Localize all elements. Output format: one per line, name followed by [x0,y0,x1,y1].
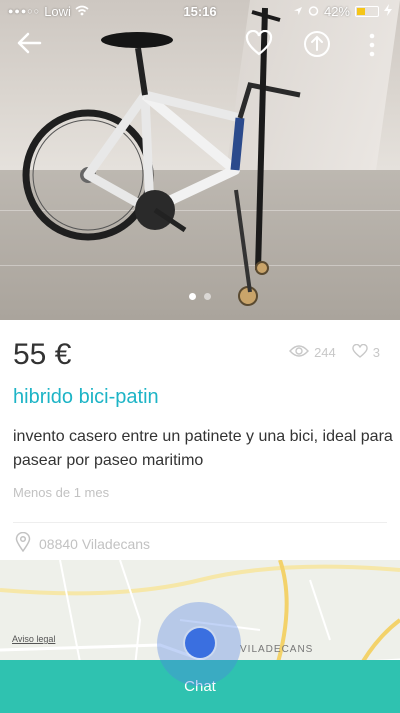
listing-photo[interactable]: ●●●○○ Lowi 15:16 42% [0,0,400,320]
favorites-stat: 3 [352,343,380,361]
pagination-dot[interactable] [204,293,211,300]
views-stat: 244 [289,345,336,360]
share-icon[interactable] [303,30,331,63]
divider [13,522,387,523]
legal-notice-link[interactable]: Aviso legal [12,634,55,644]
listing-price: 55 € [13,338,72,371]
wifi-icon [75,4,89,19]
status-bar: ●●●○○ Lowi 15:16 42% [0,0,400,22]
views-count: 244 [314,345,336,360]
back-arrow-icon[interactable] [16,30,42,61]
carrier-name: Lowi [44,3,71,19]
location-text: 08840 Viladecans [39,535,151,552]
signal-icon: ●●●○○ [8,6,41,16]
heart-icon[interactable] [245,29,273,61]
pagination-dot[interactable] [189,293,196,300]
map-place-label: VILADECANS [240,644,314,655]
alarm-icon [308,4,319,19]
listing-description: invento casero entre un patinete y una b… [13,428,393,469]
favorites-count: 3 [372,345,380,360]
more-options-icon[interactable] [368,32,376,63]
battery-level [357,7,365,15]
bicycle-photo [22,7,301,306]
listing-title: hibrido bici-patin [13,386,159,408]
listing-stats: 244 3 [289,343,380,361]
battery-percent: 42% [323,3,350,19]
battery-icon [355,5,379,17]
heart-icon [352,343,368,361]
location-pin-icon [15,531,31,555]
clock: 15:16 [183,3,217,19]
photo-pagination [0,293,400,300]
location-arrow-icon [293,4,303,19]
posted-time: Menos de 1 mes [13,485,110,500]
eye-icon [289,345,310,360]
listing-location[interactable]: 08840 Viladecans [15,531,151,555]
charging-icon [384,3,392,19]
location-dot-icon [185,628,215,658]
